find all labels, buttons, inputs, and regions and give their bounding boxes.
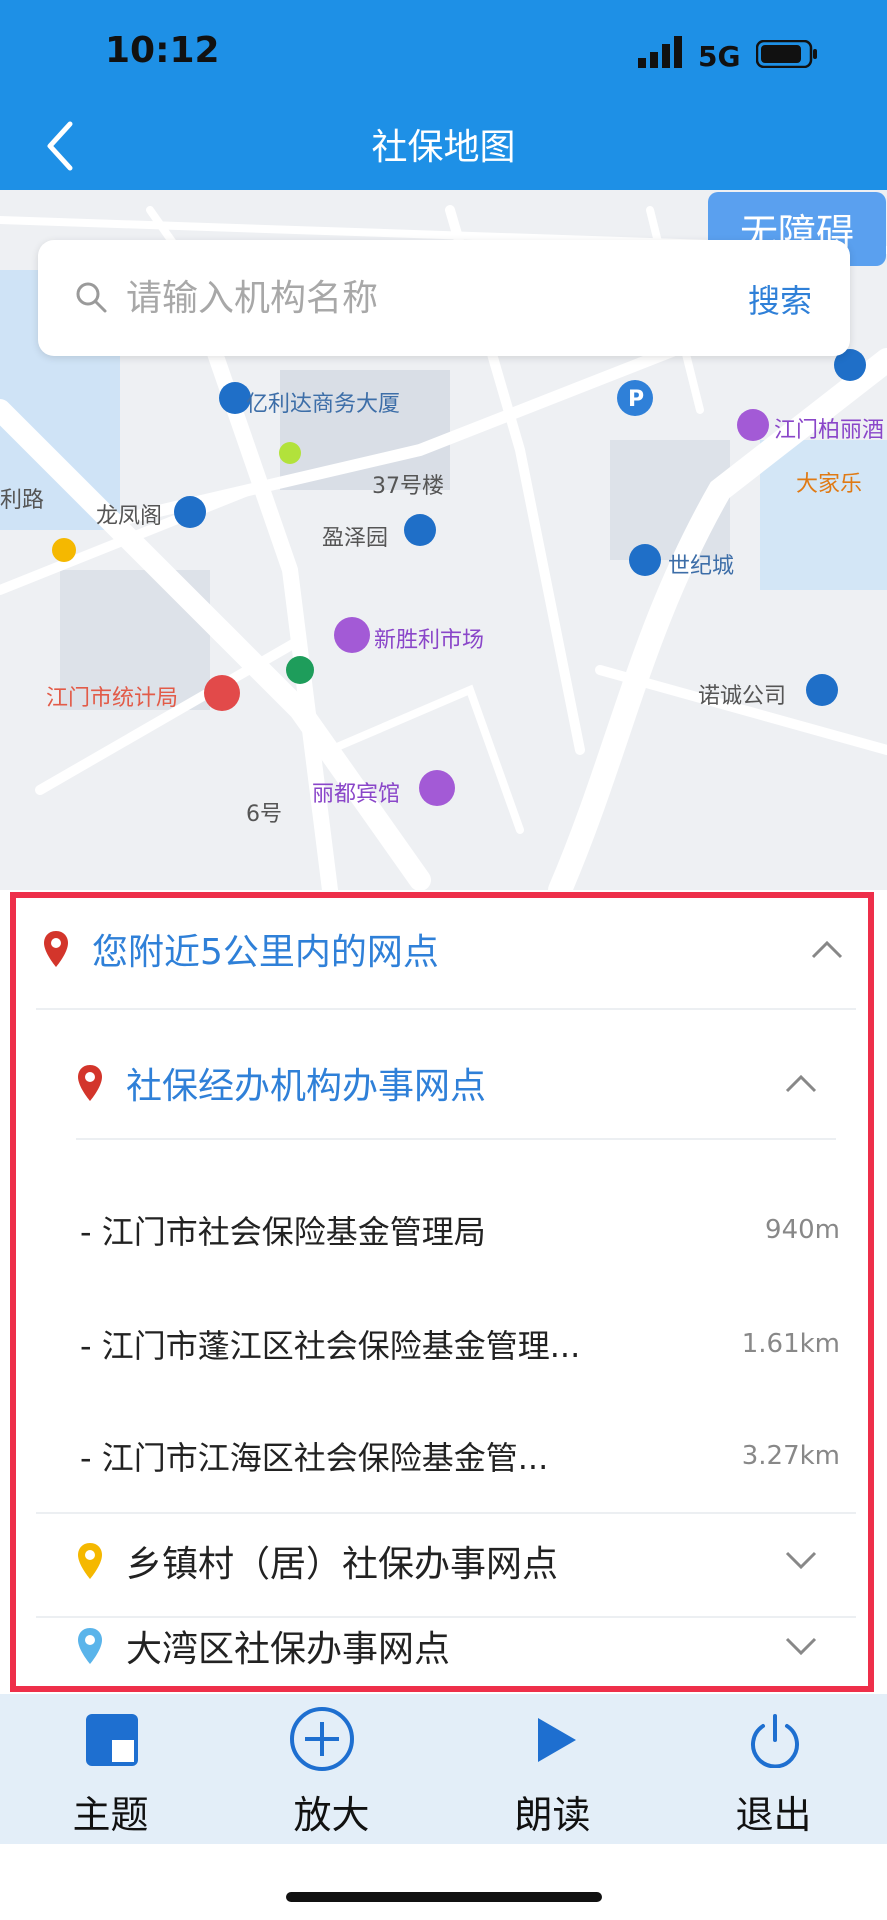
- divider: [36, 1008, 856, 1010]
- search-bar: 搜索: [38, 240, 850, 356]
- group-header-agency[interactable]: 社保经办机构办事网点: [76, 1038, 836, 1128]
- poi-label[interactable]: 诺诚公司: [698, 678, 786, 710]
- status-bar: 10:12 5G: [0, 0, 887, 110]
- poi-label[interactable]: 37号楼: [372, 468, 444, 500]
- location-pin-icon: [78, 1543, 102, 1579]
- group-title: 乡镇村（居）社保办事网点: [126, 1544, 559, 1585]
- exit-button[interactable]: 退出: [663, 1694, 884, 1844]
- poi-label[interactable]: 江门市统计局: [46, 680, 178, 712]
- chevron-down-icon[interactable]: [784, 1636, 818, 1658]
- poi-label[interactable]: 新胜利市场: [374, 622, 484, 654]
- group-title: 社保经办机构办事网点: [126, 1066, 487, 1107]
- divider: [76, 1138, 836, 1140]
- signal-icon: [638, 36, 682, 68]
- list-item[interactable]: - 江门市社会保险基金管理局 940m: [80, 1190, 840, 1270]
- list-item[interactable]: - 江门市江海区社会保险基金管... 3.27km: [80, 1416, 840, 1496]
- search-button[interactable]: 搜索: [748, 276, 812, 322]
- branch-distance: 940m: [765, 1215, 840, 1245]
- branch-name: - 江门市蓬江区社会保险基金管理...: [80, 1327, 581, 1365]
- location-pin-icon: [44, 931, 68, 967]
- poi-label[interactable]: 盈泽园: [322, 520, 388, 552]
- road-label: 利路: [0, 488, 45, 513]
- theme-label: 主题: [72, 1793, 149, 1837]
- location-pin-icon: [78, 1628, 102, 1664]
- page-title: 社保地图: [371, 127, 516, 168]
- nearby-title: 您附近5公里内的网点: [92, 932, 439, 973]
- nearby-header[interactable]: 您附近5公里内的网点: [42, 904, 862, 994]
- poi-label[interactable]: 世纪城: [668, 548, 734, 580]
- branch-name: - 江门市社会保险基金管理局: [80, 1213, 486, 1251]
- theme-button[interactable]: 主题: [0, 1694, 221, 1844]
- list-item[interactable]: - 江门市蓬江区社会保险基金管理... 1.61km: [80, 1304, 840, 1384]
- play-icon: [538, 1718, 576, 1762]
- group-header-township[interactable]: 乡镇村（居）社保办事网点: [76, 1516, 836, 1606]
- branch-distance: 3.27km: [741, 1441, 840, 1471]
- zoom-in-icon: [290, 1707, 354, 1771]
- svg-text:P: P: [628, 387, 644, 412]
- location-pin-icon: [78, 1065, 102, 1101]
- search-input[interactable]: [124, 262, 688, 334]
- group-header-greater-bay[interactable]: 大湾区社保办事网点: [76, 1598, 836, 1694]
- exit-label: 退出: [735, 1793, 812, 1837]
- poi-label[interactable]: 大家乐: [796, 466, 862, 498]
- theme-icon: [86, 1714, 138, 1766]
- read-aloud-button[interactable]: 朗读: [442, 1694, 663, 1844]
- status-time: 10:12: [105, 30, 220, 71]
- bottom-toolbar: 主题 放大 朗读 退出: [0, 1694, 887, 1844]
- nearby-panel: 您附近5公里内的网点 社保经办机构办事网点 - 江门市社会保险基金管理局 940…: [10, 892, 874, 1692]
- poi-label[interactable]: 6号: [246, 796, 282, 828]
- poi-label[interactable]: 龙凤阁: [96, 498, 162, 530]
- zoom-in-label: 放大: [293, 1793, 370, 1837]
- read-aloud-label: 朗读: [514, 1793, 591, 1837]
- battery-icon: [756, 40, 817, 68]
- zoom-in-button[interactable]: 放大: [221, 1694, 442, 1844]
- branch-name: - 江门市江海区社会保险基金管...: [80, 1439, 549, 1477]
- power-icon: [751, 1714, 799, 1768]
- chevron-up-icon[interactable]: [810, 938, 844, 960]
- network-type: 5G: [698, 40, 741, 73]
- chevron-down-icon[interactable]: [784, 1550, 818, 1572]
- poi-label[interactable]: 丽都宾馆: [312, 776, 400, 808]
- home-indicator[interactable]: [286, 1892, 602, 1902]
- group-title: 大湾区社保办事网点: [126, 1629, 451, 1670]
- divider: [36, 1512, 856, 1514]
- search-icon: [76, 282, 107, 313]
- branch-distance: 1.61km: [741, 1329, 840, 1359]
- chevron-up-icon[interactable]: [784, 1072, 818, 1094]
- poi-label[interactable]: 江门柏丽酒: [774, 412, 884, 444]
- poi-label[interactable]: 亿利达商务大厦: [246, 386, 400, 418]
